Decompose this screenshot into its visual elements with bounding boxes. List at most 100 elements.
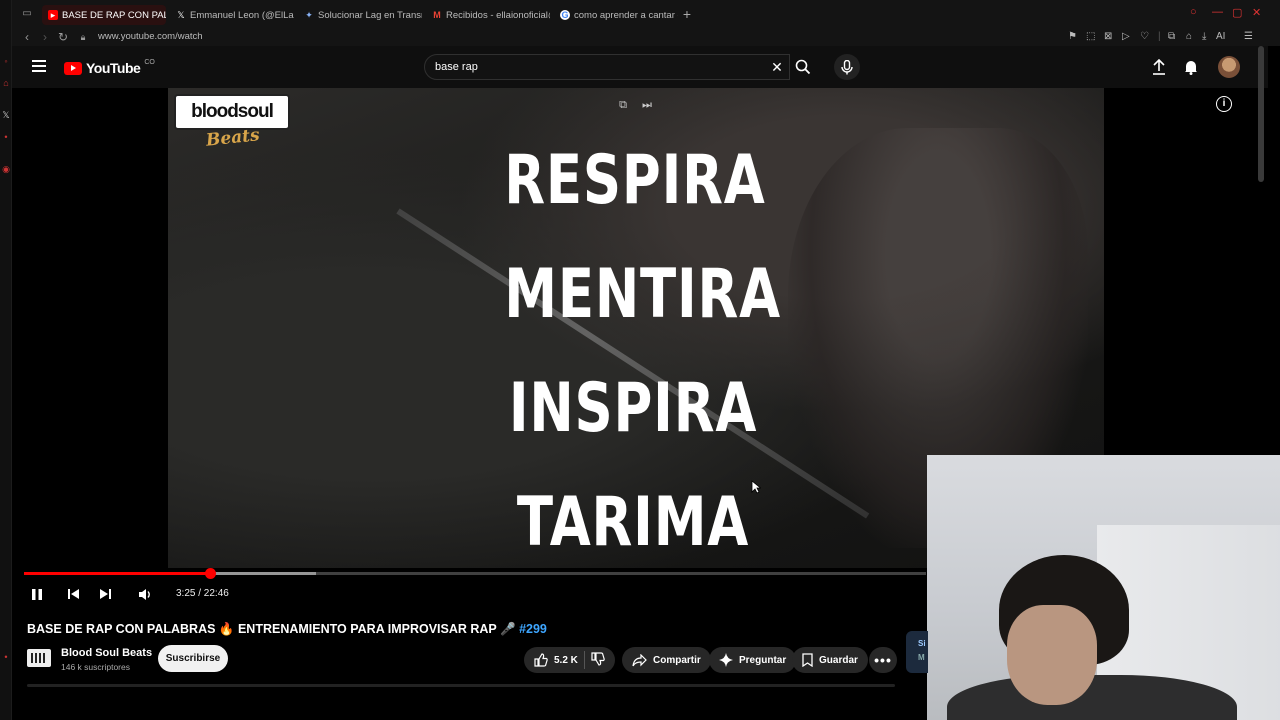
upload-icon — [1153, 59, 1165, 75]
download-icon[interactable]: ⤓ — [1202, 29, 1206, 45]
user-avatar[interactable] — [1218, 56, 1240, 78]
tab-label: BASE DE RAP CON PAL — [62, 9, 166, 21]
progress-bar[interactable] — [24, 568, 926, 579]
channel-avatar[interactable] — [27, 649, 51, 667]
like-button[interactable]: 5.2 K — [534, 653, 578, 667]
player-controls: 3:25 / 22:46 — [12, 580, 926, 608]
thumbs-up-icon — [534, 653, 548, 667]
forward-icon[interactable]: › — [38, 29, 52, 45]
youtube-header: YouTube CO ✕ — [12, 46, 1268, 88]
new-tab-button[interactable]: + — [680, 6, 694, 22]
gemini-icon: ✦ — [305, 10, 313, 20]
tab-label: como aprender a cantar - B — [574, 9, 678, 21]
volume-button[interactable] — [136, 585, 154, 603]
miniplayer-icon[interactable]: ⧉ — [616, 98, 630, 112]
youtube-logo[interactable]: YouTube CO — [64, 58, 155, 76]
logo-wordmark: YouTube — [86, 60, 141, 76]
webcam-person-body — [947, 675, 1237, 720]
webcam-person-face — [1007, 605, 1097, 705]
back-icon[interactable]: ‹ — [20, 29, 34, 45]
bookmark-icon[interactable]: ⚑ — [1068, 29, 1077, 45]
country-code: CO — [144, 58, 155, 66]
ask-button[interactable]: Preguntar — [709, 647, 797, 673]
gmail-icon: M — [433, 10, 441, 20]
previous-button[interactable] — [64, 585, 82, 603]
page-scrollbar[interactable] — [1258, 46, 1264, 182]
notifications-button[interactable] — [1180, 56, 1202, 78]
side-card-line1: Si — [918, 639, 926, 648]
search-input[interactable] — [435, 59, 755, 75]
save-button[interactable]: Guardar — [792, 647, 868, 673]
account-icon[interactable]: ⌂ — [1186, 29, 1192, 45]
reload-icon[interactable]: ↻ — [56, 29, 70, 45]
ai-icon[interactable]: AI — [1216, 29, 1225, 45]
watermark-bottom: Beats — [205, 125, 261, 151]
tab-x[interactable]: 𝕏 Emmanuel Leon (@ElLaion — [170, 5, 294, 25]
extensions-icon[interactable]: ⧉ — [1168, 29, 1175, 45]
sidebar-icon[interactable]: ⌂ — [0, 78, 12, 88]
snapshot-icon[interactable]: ⬚ — [1086, 29, 1095, 45]
webcam-overlay — [927, 455, 1280, 720]
x-icon[interactable]: 𝕏 — [0, 110, 12, 121]
description-box-edge[interactable] — [27, 684, 895, 687]
word-1: RESPIRA — [504, 141, 766, 220]
save-label: Guardar — [819, 654, 858, 666]
more-actions-button[interactable]: ••• — [869, 647, 897, 673]
tab-bar: ▭ ▸ BASE DE RAP CON PAL 𝕏 Emmanuel Leon … — [12, 0, 1280, 28]
menu-icon[interactable]: ☰ — [1244, 29, 1253, 45]
hashtag-link[interactable]: #299 — [519, 622, 547, 636]
maximize-button[interactable]: ▢ — [1232, 6, 1242, 19]
tab-youtube[interactable]: ▸ BASE DE RAP CON PAL — [42, 5, 166, 25]
sidebar-icon[interactable]: ◦ — [0, 56, 12, 66]
video-player[interactable]: bloodsoul Beats ⧉ ⏭ RESPIRA MENTIRA INSP… — [12, 88, 1104, 614]
side-card[interactable]: Si M — [906, 631, 928, 673]
next-button[interactable] — [96, 585, 114, 603]
hamburger-menu-icon[interactable] — [32, 60, 46, 72]
tab-menu-icon[interactable]: ▭ — [20, 6, 34, 22]
search-tabs-icon[interactable]: ○ — [1190, 6, 1197, 18]
clear-search-icon[interactable]: ✕ — [767, 58, 787, 76]
pause-icon — [32, 588, 42, 600]
player-icon[interactable]: ▷ — [1122, 29, 1130, 45]
more-icon: ••• — [874, 652, 892, 668]
dislike-button[interactable] — [591, 651, 605, 669]
vpn-icon[interactable]: ⊠ — [1104, 29, 1112, 45]
thumbs-down-icon — [591, 651, 605, 666]
sidebar-icon[interactable]: • — [0, 652, 12, 662]
lock-icon: 🔒︎ — [80, 32, 86, 42]
like-divider — [583, 651, 585, 669]
upload-button[interactable] — [1148, 56, 1170, 78]
heart-icon[interactable]: ♡ — [1140, 29, 1149, 45]
bell-icon — [1185, 61, 1197, 75]
share-label: Compartir — [653, 654, 701, 666]
x-icon: 𝕏 — [177, 10, 185, 20]
search-icon — [795, 59, 811, 75]
tab-google[interactable]: G como aprender a cantar - B — [554, 5, 678, 25]
skip-icon[interactable]: ⏭ — [640, 98, 654, 112]
voice-search-button[interactable] — [834, 54, 860, 80]
search-button[interactable] — [788, 54, 818, 80]
video-title: BASE DE RAP CON PALABRAS 🔥 ENTRENAMIENTO… — [27, 622, 547, 637]
close-window-button[interactable]: ✕ — [1252, 6, 1261, 19]
address-bar: ‹ › ↻ 🔒︎ www.youtube.com/watch ⚑ ⬚ ⊠ ▷ ♡… — [12, 28, 1280, 46]
share-button[interactable]: Compartir — [622, 647, 711, 673]
sidebar-icon[interactable]: • — [0, 132, 12, 142]
ask-label: Preguntar — [739, 654, 787, 666]
subscribe-button[interactable]: Suscribirse — [158, 645, 228, 672]
youtube-play-icon — [64, 61, 82, 75]
url-field[interactable]: www.youtube.com/watch — [98, 31, 203, 42]
info-icon[interactable]: i — [1216, 96, 1232, 112]
tab-gemini[interactable]: ✦ Solucionar Lag en Transmi — [298, 5, 422, 25]
record-icon[interactable]: ◉ — [0, 164, 12, 175]
minimize-button[interactable]: — — [1212, 6, 1223, 18]
channel-name[interactable]: Blood Soul Beats — [61, 647, 152, 659]
pause-button[interactable] — [28, 585, 46, 603]
like-count: 5.2 K — [554, 654, 578, 666]
tab-gmail[interactable]: M Recibidos - ellaionoficial@ — [426, 5, 550, 25]
previous-icon — [67, 589, 79, 599]
mouse-cursor-icon — [751, 480, 761, 494]
played-bar — [24, 572, 211, 575]
share-icon — [632, 653, 647, 666]
microphone-icon — [841, 59, 853, 74]
scrubber-handle[interactable] — [205, 568, 217, 579]
